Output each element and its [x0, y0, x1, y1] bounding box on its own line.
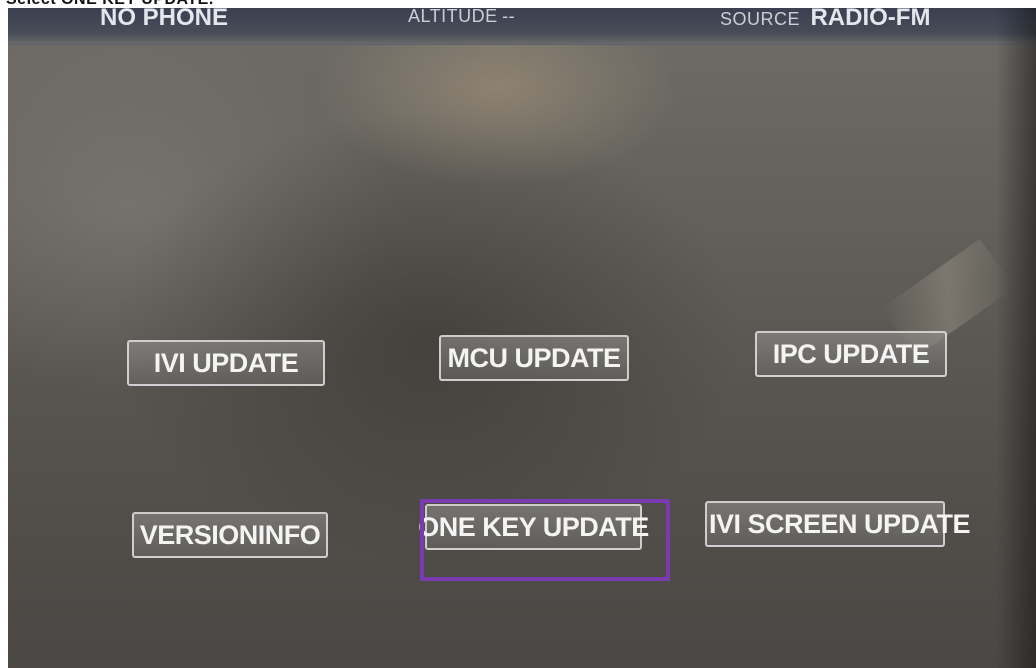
one-key-update-button[interactable]: ONE KEY UPDATE	[418, 504, 649, 550]
altitude-value: --	[502, 8, 516, 26]
page: Select ONE KEY UPDATE. NO PHONE ALTITUDE…	[0, 0, 1036, 668]
source-status: SOURCE RADIO-FM	[720, 8, 930, 32]
mcu-update-button[interactable]: MCU UPDATE	[439, 335, 629, 381]
source-value: RADIO-FM	[810, 8, 931, 31]
phone-status-value: NO PHONE	[100, 8, 229, 31]
phone-status: NO PHONE	[100, 8, 228, 32]
altitude-label: ALTITUDE	[408, 8, 498, 26]
ivi-update-button[interactable]: IVI UPDATE	[127, 340, 325, 386]
source-label: SOURCE	[720, 9, 801, 29]
ivi-screen-update-button[interactable]: IVI SCREEN UPDATE	[705, 501, 971, 547]
status-bar: NO PHONE ALTITUDE -- SOURCE RADIO-FM	[8, 8, 1036, 45]
version-info-button[interactable]: VERSIONINFO	[132, 512, 328, 558]
head-unit-screen: NO PHONE ALTITUDE -- SOURCE RADIO-FM IVI…	[8, 8, 1036, 668]
ipc-update-button[interactable]: IPC UPDATE	[755, 331, 947, 377]
altitude-status: ALTITUDE --	[408, 8, 515, 27]
